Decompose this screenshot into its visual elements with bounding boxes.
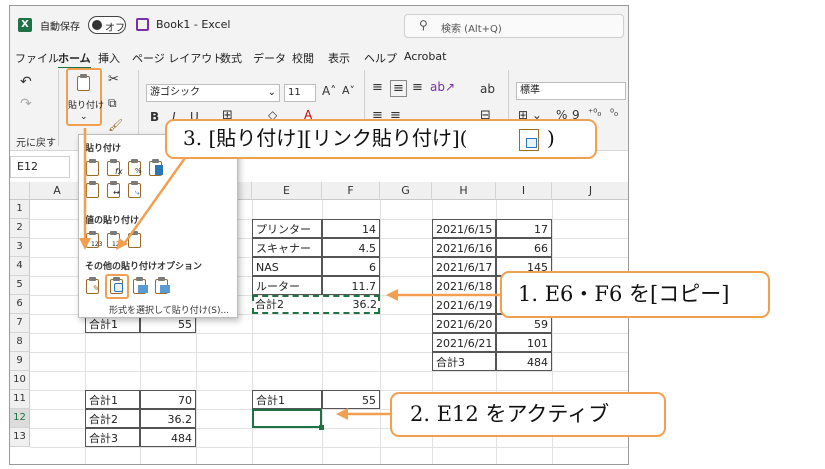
arrow-paste-head <box>79 238 91 250</box>
callout-step1-text: 1. E6・F6 を[コピー] <box>518 282 730 306</box>
arrow-copy-head <box>386 289 398 301</box>
callout-step3-text: 3. [貼り付け][リンク貼り付け]( <box>183 126 468 150</box>
paste-link-icon <box>519 129 539 151</box>
callout-step3-end: ) <box>547 126 555 150</box>
callout-step1: 1. E6・F6 を[コピー] <box>500 271 770 318</box>
callout-step2: 2. E12 をアクティブ <box>390 392 666 437</box>
callout-step2-text: 2. E12 をアクティブ <box>410 402 610 426</box>
callout-step3: 3. [貼り付け][リンク貼り付け]() <box>165 119 597 159</box>
arrow-link-line <box>122 157 187 245</box>
arrow-active-head <box>336 408 348 420</box>
